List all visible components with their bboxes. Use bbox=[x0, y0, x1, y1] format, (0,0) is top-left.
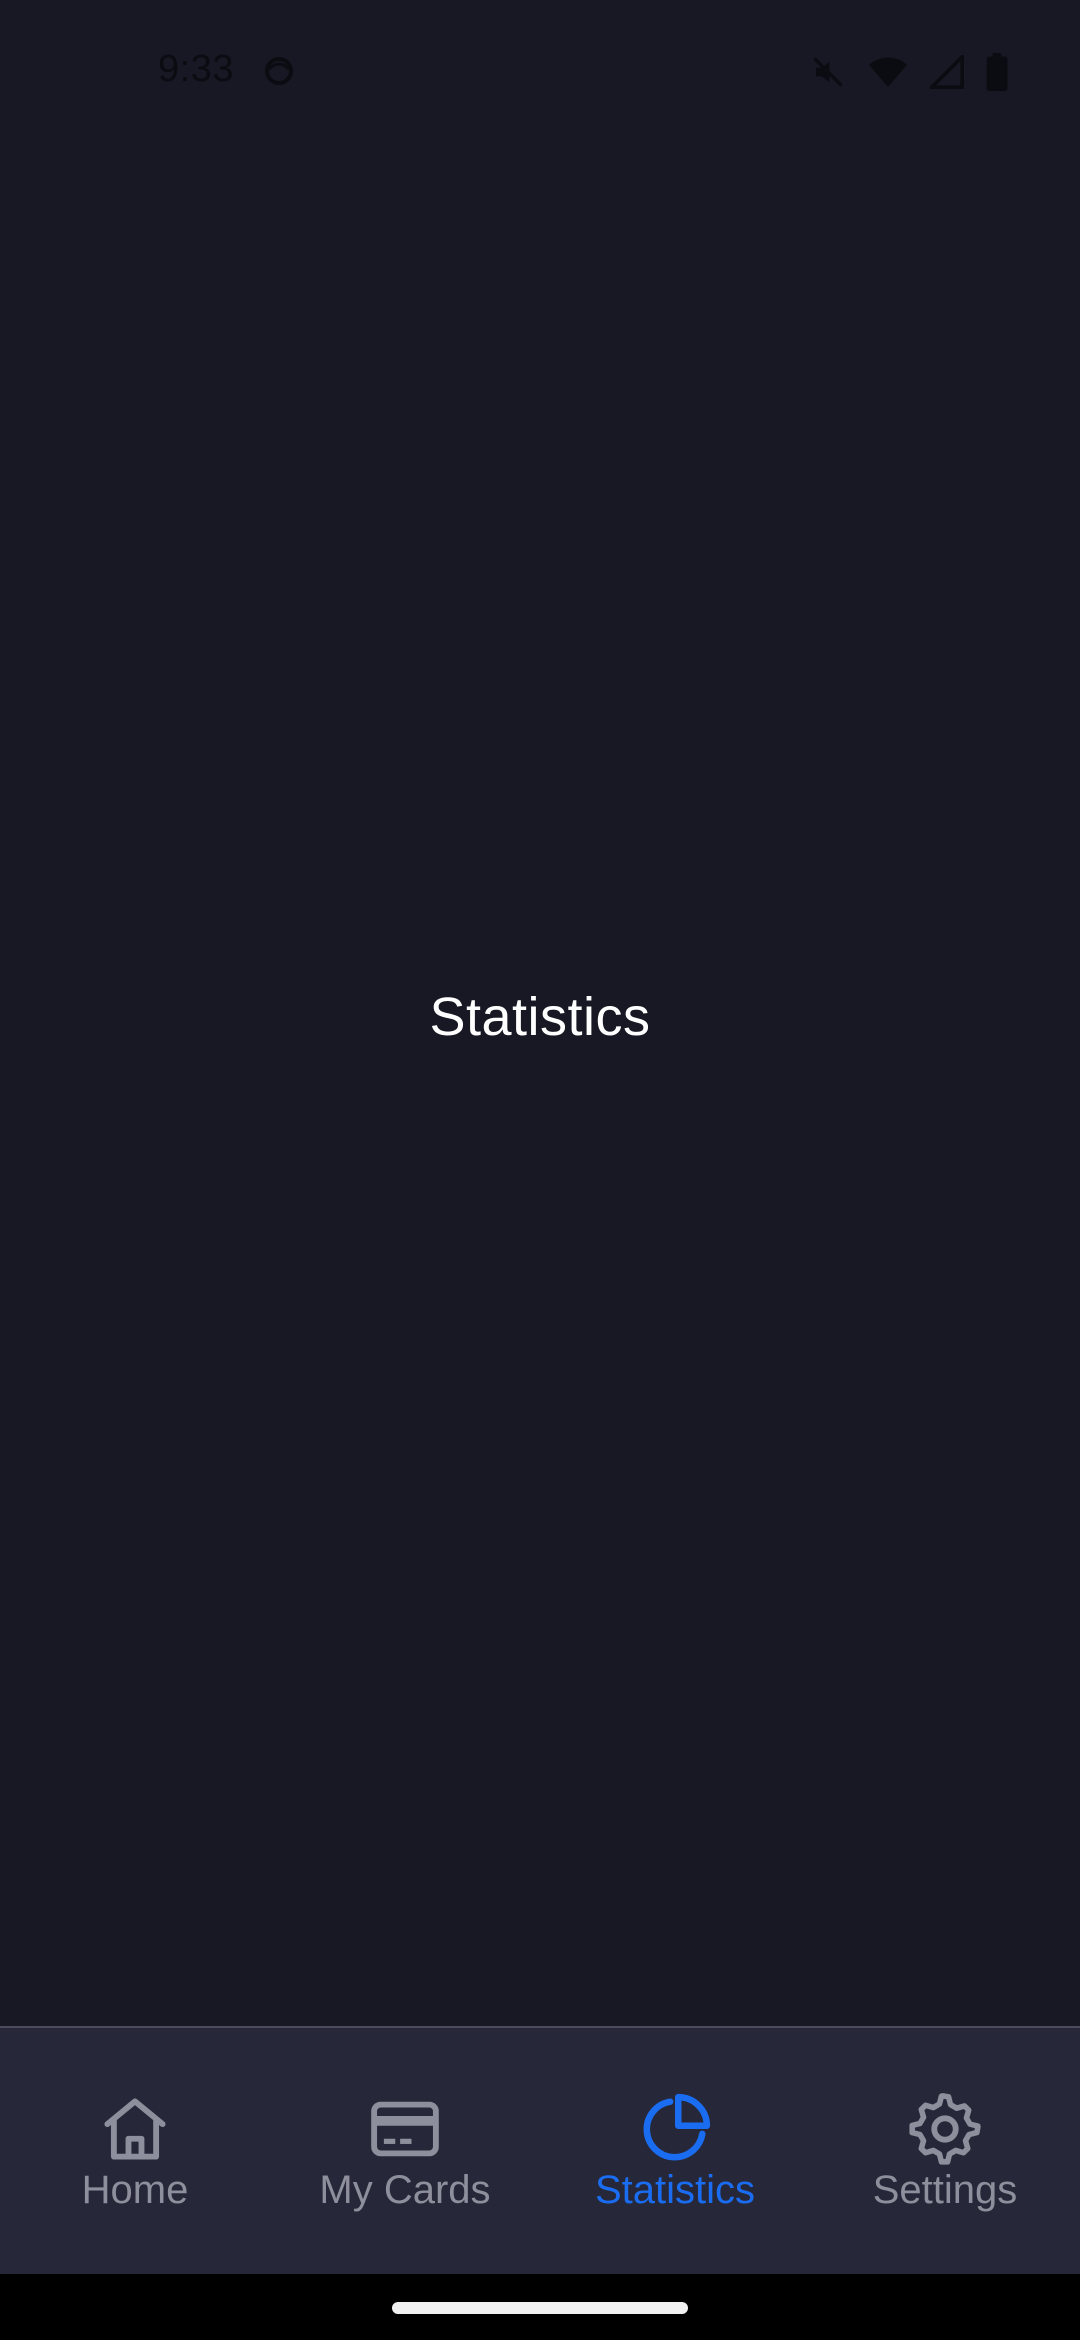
card-icon bbox=[366, 2090, 444, 2168]
nav-label-home: Home bbox=[81, 2168, 189, 2212]
nav-label-statistics: Statistics bbox=[594, 2168, 756, 2212]
home-icon bbox=[96, 2090, 174, 2168]
gear-icon bbox=[906, 2090, 984, 2168]
mute-icon bbox=[810, 54, 846, 90]
main-content: Statistics bbox=[0, 140, 1080, 2026]
bottom-nav: Home My Cards Statistics Settings bbox=[0, 2026, 1080, 2274]
nav-item-home[interactable]: Home bbox=[0, 2028, 270, 2274]
nav-item-settings[interactable]: Settings bbox=[810, 2028, 1080, 2274]
home-gesture-handle[interactable] bbox=[392, 2302, 688, 2314]
page-title: Statistics bbox=[429, 987, 651, 1047]
status-time: 9:33 bbox=[158, 48, 234, 90]
status-bar: 9:33 bbox=[0, 0, 1080, 140]
nav-item-statistics[interactable]: Statistics bbox=[540, 2028, 810, 2274]
nav-item-my-cards[interactable]: My Cards bbox=[270, 2028, 540, 2274]
pie-chart-icon bbox=[636, 2090, 714, 2168]
gesture-navigation-area bbox=[0, 2274, 1080, 2340]
status-icons bbox=[810, 52, 1008, 92]
cell-signal-icon bbox=[930, 55, 964, 89]
nav-label-settings: Settings bbox=[872, 2168, 1018, 2212]
wifi-icon bbox=[868, 55, 908, 89]
battery-icon bbox=[986, 53, 1008, 91]
app-ring-icon bbox=[263, 55, 295, 87]
nav-label-my-cards: My Cards bbox=[319, 2168, 491, 2212]
app-screen: 9:33 Statistics Home My Cards Statistics… bbox=[0, 0, 1080, 2340]
